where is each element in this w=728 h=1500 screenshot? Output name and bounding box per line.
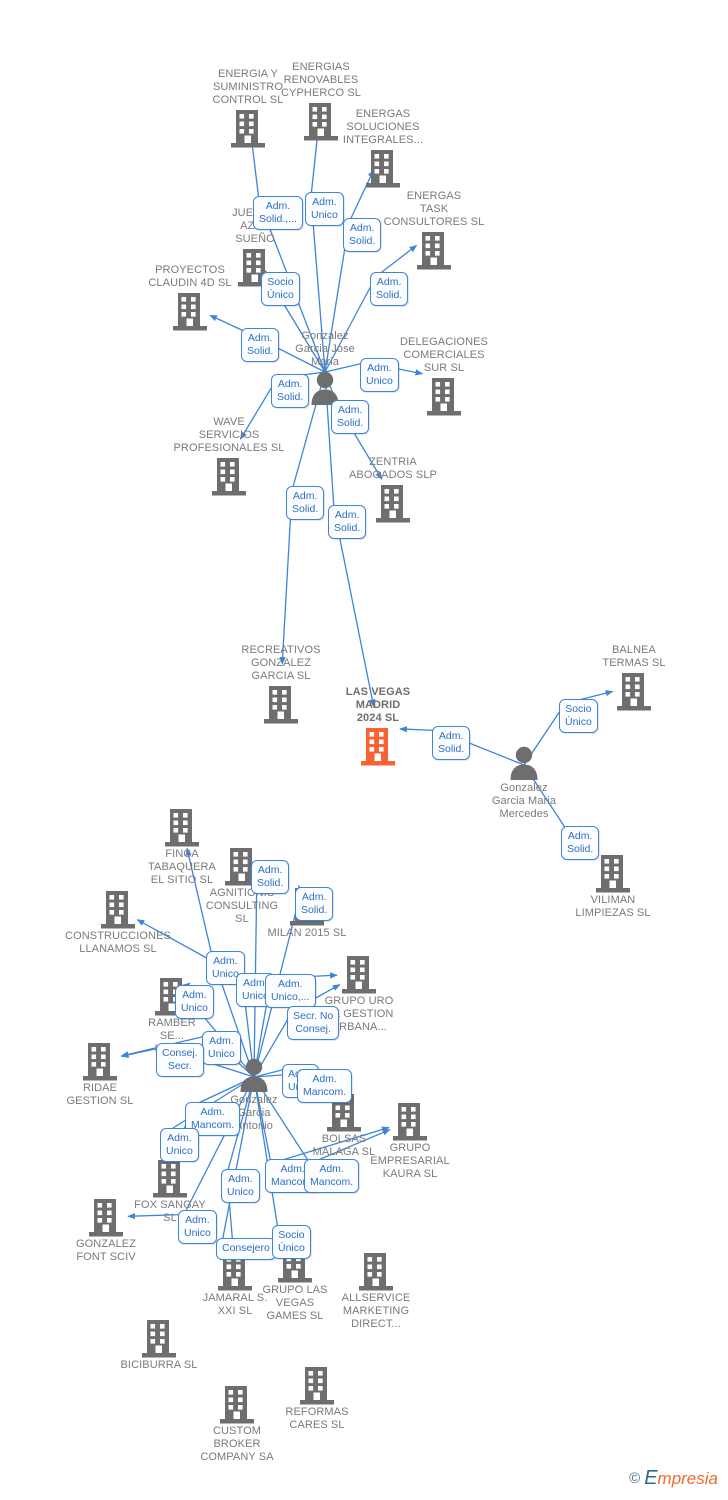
brand-name: Empresia bbox=[644, 1467, 718, 1489]
building-icon bbox=[417, 230, 451, 270]
focus-company-node[interactable]: LAS VEGAS MADRID 2024 SL bbox=[318, 686, 438, 766]
node-label: Gonzalez Garcia Jose Maria bbox=[295, 330, 355, 368]
relation-chip[interactable]: Adm. Solid. bbox=[328, 505, 367, 539]
building-icon bbox=[342, 954, 376, 994]
node-label: ENERGAS SOLUCIONES INTEGRALES... bbox=[342, 108, 424, 146]
relation-chip[interactable]: Adm. Solid. bbox=[295, 887, 334, 921]
building-icon bbox=[427, 376, 461, 416]
relation-chip[interactable]: Adm. Unico bbox=[178, 1210, 217, 1244]
relation-chip[interactable]: Adm. Solid. bbox=[271, 374, 310, 408]
node-label: RIDAE GESTION SL bbox=[66, 1082, 134, 1107]
copyright-symbol: © bbox=[629, 1470, 641, 1487]
relation-chip[interactable]: Adm. Solid. bbox=[286, 486, 325, 520]
building-icon bbox=[220, 1384, 254, 1424]
company-node[interactable]: REFORMAS CARES SL bbox=[257, 1365, 377, 1432]
company-node[interactable]: ENERGAS SOLUCIONES INTEGRALES... bbox=[323, 108, 443, 188]
company-node[interactable]: VILIMAN LIMPIEZAS SL bbox=[553, 853, 673, 920]
relation-chip[interactable]: Adm. Solid. bbox=[343, 218, 382, 252]
building-icon bbox=[89, 1197, 123, 1237]
node-label: REFORMAS CARES SL bbox=[285, 1406, 349, 1431]
relation-chip[interactable]: Adm. Unico bbox=[221, 1169, 260, 1203]
building-icon bbox=[212, 456, 246, 496]
relation-chip[interactable]: Adm. Unico bbox=[160, 1128, 199, 1162]
building-icon bbox=[264, 684, 298, 724]
node-label: DELEGACIONES COMERCIALES SUR SL bbox=[399, 336, 488, 374]
company-node[interactable]: ENERGAS TASK CONSULTORES SL bbox=[374, 190, 494, 270]
relation-chip[interactable]: Adm. Solid. bbox=[561, 826, 600, 860]
node-label: CONSTRUCCIONES LLANAMOS SL bbox=[65, 930, 171, 955]
relation-chip[interactable]: Socio Único bbox=[272, 1225, 311, 1259]
building-icon bbox=[153, 1158, 187, 1198]
node-label: Gonzalez Garcia Maria Mercedes bbox=[491, 782, 557, 820]
person-icon bbox=[507, 745, 541, 781]
node-label: ZENTRIA ABOGADOS SLP bbox=[348, 456, 437, 481]
node-label: ALLSERVICE MARKETING DIRECT... bbox=[341, 1292, 411, 1330]
company-node[interactable]: BICIBURRA SL bbox=[99, 1318, 219, 1372]
relation-chip[interactable]: Adm. Solid. bbox=[331, 400, 370, 434]
company-node[interactable]: ALLSERVICE MARKETING DIRECT... bbox=[316, 1251, 436, 1331]
company-node[interactable]: WAVE SERVICIOS PROFESIONALES SL bbox=[169, 416, 289, 496]
relation-chip[interactable]: Adm. Unico,... bbox=[265, 974, 316, 1008]
building-icon bbox=[231, 108, 265, 148]
relation-chip[interactable]: Socio Único bbox=[261, 272, 300, 306]
company-node[interactable]: RIDAE GESTION SL bbox=[40, 1041, 160, 1108]
relation-chip[interactable]: Adm. Solid. bbox=[432, 726, 471, 760]
node-label: PROYECTOS CLAUDIN 4D SL bbox=[148, 264, 232, 289]
relation-chip[interactable]: Adm. Solid.,... bbox=[253, 196, 303, 230]
building-icon bbox=[366, 148, 400, 188]
person-icon bbox=[237, 1057, 271, 1093]
empresia-watermark: © Empresia bbox=[629, 1467, 718, 1490]
node-label: ENERGAS TASK CONSULTORES SL bbox=[383, 190, 485, 228]
node-label: RECREATIVOS GONZALEZ GARCIA SL bbox=[241, 644, 321, 682]
building-icon bbox=[101, 889, 135, 929]
node-label: LAS VEGAS MADRID 2024 SL bbox=[345, 686, 411, 724]
building-icon bbox=[361, 726, 395, 766]
company-node[interactable]: GRUPO EMPRESARIAL KAURA SL bbox=[350, 1101, 470, 1181]
relation-chip[interactable]: Adm. Solid. bbox=[251, 860, 290, 894]
relation-chip[interactable]: Consejero bbox=[216, 1238, 276, 1260]
node-label: VILIMAN LIMPIEZAS SL bbox=[575, 894, 651, 919]
relation-chip[interactable]: Adm. Solid. bbox=[241, 328, 280, 362]
building-icon bbox=[142, 1318, 176, 1358]
relation-chip[interactable]: Adm. Solid. bbox=[370, 272, 409, 306]
building-icon bbox=[173, 291, 207, 331]
node-label: WAVE SERVICIOS PROFESIONALES SL bbox=[173, 416, 285, 454]
relation-chip[interactable]: Adm. Unico bbox=[305, 192, 344, 226]
relation-chip[interactable]: Adm. Unico bbox=[360, 358, 399, 392]
building-icon bbox=[165, 807, 199, 847]
person-node[interactable]: Gonzalez Garcia Maria Mercedes bbox=[464, 745, 584, 821]
relation-chip[interactable]: Socio Único bbox=[559, 699, 598, 733]
building-icon bbox=[617, 671, 651, 711]
node-label: ENERGIAS RENOVABLES CYPHERCO SL bbox=[281, 61, 361, 99]
company-node[interactable]: PROYECTOS CLAUDIN 4D SL bbox=[130, 264, 250, 331]
node-label: GRUPO EMPRESARIAL KAURA SL bbox=[370, 1142, 450, 1180]
node-label: BALNEA TERMAS SL bbox=[602, 644, 666, 669]
node-label: MILAN 2015 SL bbox=[267, 927, 347, 939]
building-icon bbox=[359, 1251, 393, 1291]
company-node[interactable]: GONZALEZ FONT SCIV bbox=[46, 1197, 166, 1264]
building-icon bbox=[596, 853, 630, 893]
node-label: BICIBURRA SL bbox=[120, 1359, 198, 1371]
relation-chip[interactable]: Consej. Secr. bbox=[156, 1043, 204, 1077]
diagram-canvas: ENERGIA Y SUMINISTRO CONTROL SL ENERGIAS … bbox=[0, 0, 728, 1500]
relation-chip[interactable]: Adm. Mancom. bbox=[304, 1159, 360, 1193]
building-icon bbox=[376, 483, 410, 523]
node-label: GONZALEZ FONT SCIV bbox=[75, 1238, 137, 1263]
relation-chip[interactable]: Adm. Mancom. bbox=[297, 1069, 353, 1103]
building-icon bbox=[83, 1041, 117, 1081]
relation-chip[interactable]: Secr. No Consej. bbox=[287, 1006, 340, 1040]
relation-chip[interactable]: Adm. Unico bbox=[175, 985, 214, 1019]
building-icon bbox=[393, 1101, 427, 1141]
building-icon bbox=[300, 1365, 334, 1405]
relation-chip[interactable]: Adm. Unico bbox=[202, 1031, 241, 1065]
company-node[interactable]: CONSTRUCCIONES LLANAMOS SL bbox=[58, 889, 178, 956]
company-node[interactable]: DELEGACIONES COMERCIALES SUR SL bbox=[384, 336, 504, 416]
